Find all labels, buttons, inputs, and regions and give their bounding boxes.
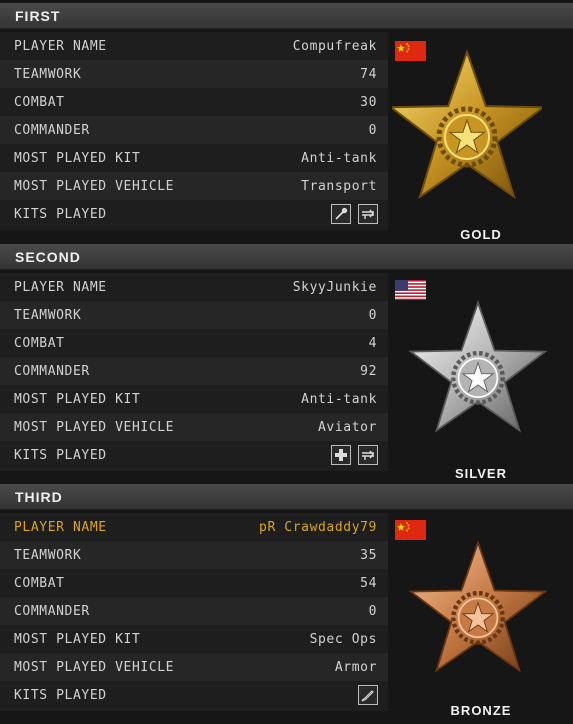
scoreboard-screen: FIRST PLAYER NAME Compufreak TEAMWORK 74… <box>0 0 573 724</box>
third-place-section: THIRD PLAYER NAME pR Crawdaddy79 TEAMWOR… <box>0 484 573 724</box>
stat-row-kits-played: KITS PLAYED <box>0 441 388 471</box>
section-title: SECOND <box>15 249 81 265</box>
stat-label: KITS PLAYED <box>14 448 107 463</box>
bronze-star-medal-icon <box>408 540 548 673</box>
stat-value: Anti-tank <box>301 151 377 166</box>
medal-label: GOLD <box>460 227 502 242</box>
stat-label: MOST PLAYED KIT <box>14 632 141 647</box>
stat-label: PLAYER NAME <box>14 39 107 54</box>
stat-row-combat: COMBAT 4 <box>0 329 388 357</box>
stat-label: KITS PLAYED <box>14 207 107 222</box>
knife-icon[interactable] <box>358 685 378 705</box>
section-title: FIRST <box>15 8 61 24</box>
stat-label: COMBAT <box>14 576 65 591</box>
stat-row-kits-played: KITS PLAYED <box>0 200 388 230</box>
stat-value: 92 <box>360 364 377 379</box>
stat-row-kits-played: KITS PLAYED <box>0 681 388 711</box>
stat-label: COMBAT <box>14 95 65 110</box>
stat-row-most-played-kit: MOST PLAYED KIT Anti-tank <box>0 144 388 172</box>
stat-row-combat: COMBAT 30 <box>0 88 388 116</box>
stat-value: Armor <box>334 660 377 675</box>
rocket-launcher-icon[interactable] <box>358 204 378 224</box>
stats-list: PLAYER NAME Compufreak TEAMWORK 74 COMBA… <box>0 32 388 230</box>
stat-label: TEAMWORK <box>14 548 82 563</box>
stat-label: COMMANDER <box>14 123 90 138</box>
stat-label: COMMANDER <box>14 604 90 619</box>
second-place-section: SECOND PLAYER NAME SkyyJunkie TEAMWORK 0… <box>0 244 573 484</box>
stat-label: MOST PLAYED VEHICLE <box>14 420 175 435</box>
rocket-launcher-icon[interactable] <box>358 445 378 465</box>
medal-label: BRONZE <box>450 703 512 718</box>
stat-row-player-name: PLAYER NAME pR Crawdaddy79 <box>0 513 388 541</box>
stats-list: PLAYER NAME pR Crawdaddy79 TEAMWORK 35 C… <box>0 513 388 711</box>
section-title: THIRD <box>15 489 63 505</box>
section-header: FIRST <box>0 3 573 29</box>
stat-label: COMMANDER <box>14 364 90 379</box>
stat-value: 0 <box>368 123 377 138</box>
stat-value: SkyyJunkie <box>292 280 377 295</box>
stat-label: PLAYER NAME <box>14 280 107 295</box>
stat-row-most-played-kit: MOST PLAYED KIT Anti-tank <box>0 385 388 413</box>
stat-row-teamwork: TEAMWORK 0 <box>0 301 388 329</box>
medic-cross-icon[interactable] <box>331 445 351 465</box>
stat-row-most-played-vehicle: MOST PLAYED VEHICLE Armor <box>0 653 388 681</box>
stat-label: COMBAT <box>14 336 65 351</box>
stat-row-commander: COMMANDER 0 <box>0 597 388 625</box>
stat-value: Transport <box>301 179 377 194</box>
stat-value: pR Crawdaddy79 <box>259 520 377 535</box>
stats-list: PLAYER NAME SkyyJunkie TEAMWORK 0 COMBAT… <box>0 273 388 471</box>
stat-label: TEAMWORK <box>14 67 82 82</box>
stat-value: Aviator <box>318 420 377 435</box>
stat-row-commander: COMMANDER 0 <box>0 116 388 144</box>
section-header: SECOND <box>0 244 573 270</box>
stat-label: MOST PLAYED KIT <box>14 392 141 407</box>
wrench-icon[interactable] <box>331 204 351 224</box>
stat-row-commander: COMMANDER 92 <box>0 357 388 385</box>
stat-value: 54 <box>360 576 377 591</box>
stat-row-most-played-kit: MOST PLAYED KIT Spec Ops <box>0 625 388 653</box>
stat-value: 74 <box>360 67 377 82</box>
silver-star-medal-icon <box>408 300 548 433</box>
stat-row-player-name: PLAYER NAME SkyyJunkie <box>0 273 388 301</box>
stat-row-most-played-vehicle: MOST PLAYED VEHICLE Transport <box>0 172 388 200</box>
gold-star-medal-icon <box>392 48 542 200</box>
kits-played-icons <box>331 204 378 224</box>
stat-label: MOST PLAYED VEHICLE <box>14 660 175 675</box>
stat-row-player-name: PLAYER NAME Compufreak <box>0 32 388 60</box>
stat-row-combat: COMBAT 54 <box>0 569 388 597</box>
stat-value: 30 <box>360 95 377 110</box>
stat-label: PLAYER NAME <box>14 520 107 535</box>
stat-label: MOST PLAYED KIT <box>14 151 141 166</box>
stat-row-teamwork: TEAMWORK 74 <box>0 60 388 88</box>
section-header: THIRD <box>0 484 573 510</box>
stat-value: Anti-tank <box>301 392 377 407</box>
stat-value: 4 <box>368 336 377 351</box>
stat-value: 0 <box>368 604 377 619</box>
medal-label: SILVER <box>455 466 507 481</box>
stat-label: KITS PLAYED <box>14 688 107 703</box>
stat-row-most-played-vehicle: MOST PLAYED VEHICLE Aviator <box>0 413 388 441</box>
stat-value: Spec Ops <box>309 632 377 647</box>
stat-value: 35 <box>360 548 377 563</box>
stat-label: TEAMWORK <box>14 308 82 323</box>
stat-value: Compufreak <box>292 39 377 54</box>
stat-label: MOST PLAYED VEHICLE <box>14 179 175 194</box>
kits-played-icons <box>358 685 378 705</box>
kits-played-icons <box>331 445 378 465</box>
stat-row-teamwork: TEAMWORK 35 <box>0 541 388 569</box>
stat-value: 0 <box>368 308 377 323</box>
first-place-section: FIRST PLAYER NAME Compufreak TEAMWORK 74… <box>0 3 573 243</box>
